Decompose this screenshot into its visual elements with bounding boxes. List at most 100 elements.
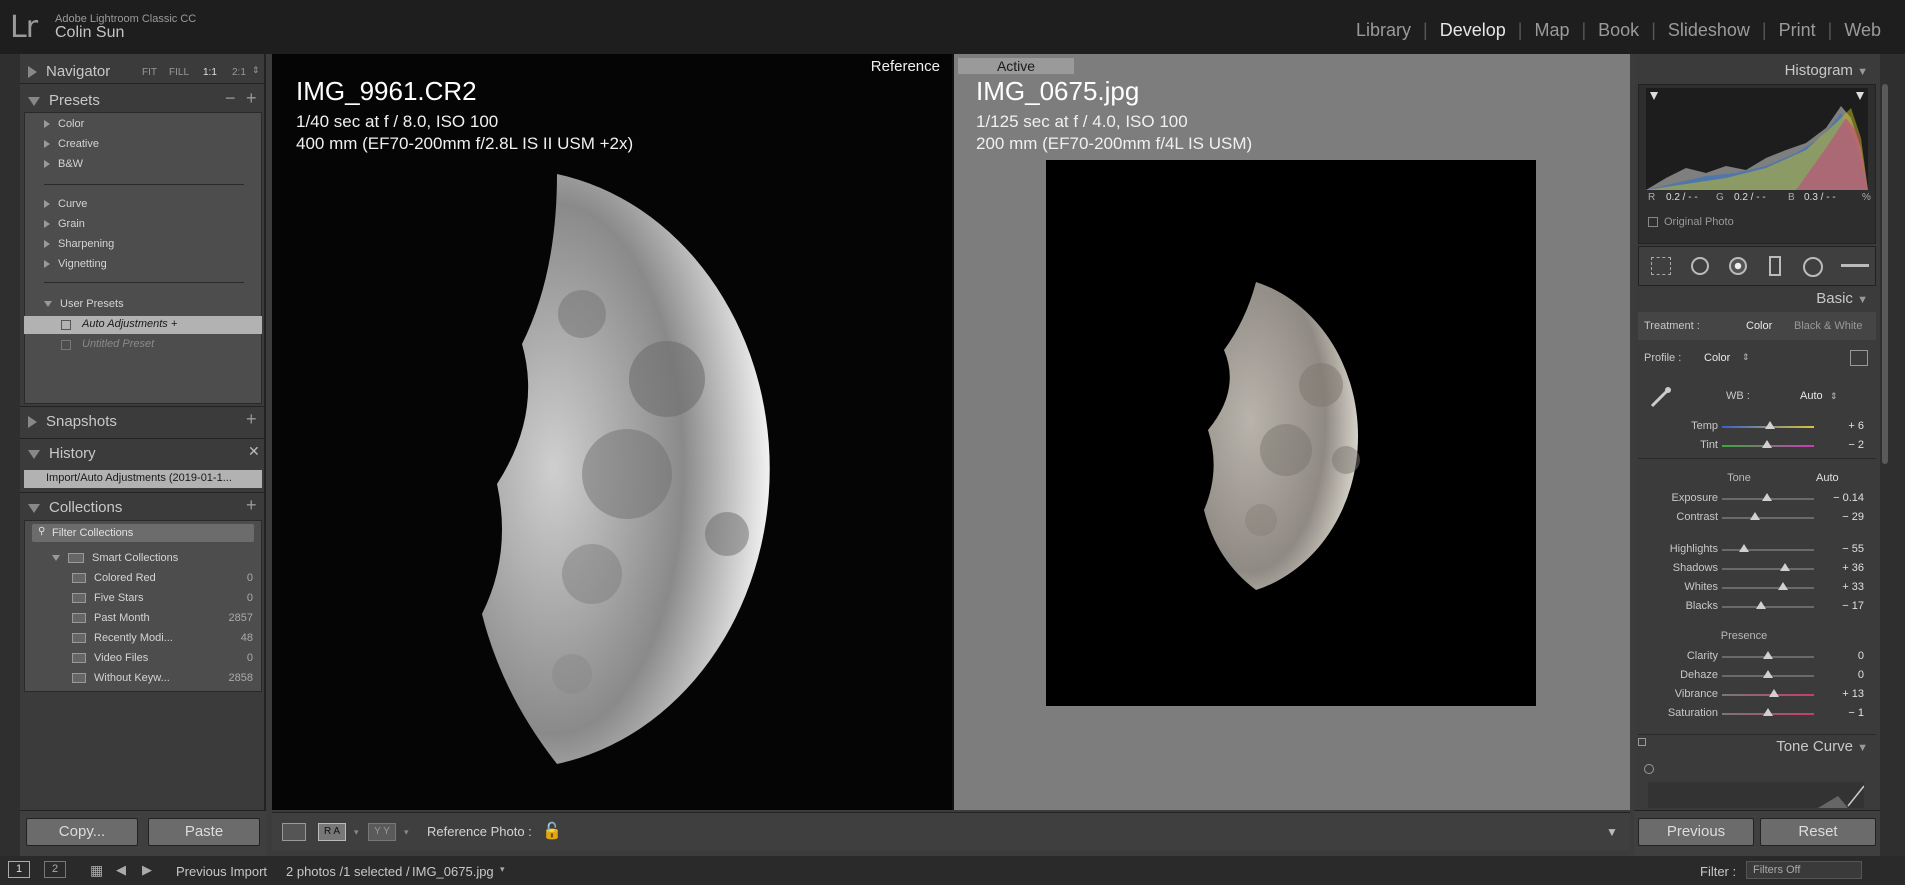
history-header[interactable]: History ✕	[20, 438, 266, 466]
clarity-slider[interactable]: Clarity 0	[1634, 648, 1880, 664]
forward-arrow-icon[interactable]: ▶	[142, 862, 152, 878]
crop-tool-icon[interactable]	[1651, 257, 1671, 275]
collection-item[interactable]: Recently Modi... 48	[72, 632, 267, 644]
graduated-filter-icon[interactable]	[1769, 256, 1781, 276]
slider-knob[interactable]	[1763, 651, 1773, 659]
slider-knob[interactable]	[1750, 512, 1761, 520]
original-photo-checkbox[interactable]: Original Photo	[1648, 216, 1734, 228]
highlights-slider[interactable]: Highlights − 55	[1634, 541, 1880, 557]
nav-2to1[interactable]: 2:1	[232, 67, 246, 78]
tone-curve-graph[interactable]	[1648, 782, 1864, 808]
previous-button[interactable]: Previous	[1638, 818, 1754, 846]
slider-knob[interactable]	[1762, 440, 1773, 448]
loupe-view-icon[interactable]	[282, 823, 306, 841]
clear-history-icon[interactable]: ✕	[248, 443, 260, 460]
histogram-graph[interactable]	[1646, 88, 1868, 190]
exposure-slider[interactable]: Exposure − 0.14	[1634, 490, 1880, 506]
selected-filename[interactable]: IMG_0675.jpg	[412, 864, 494, 879]
treatment-color[interactable]: Color	[1746, 320, 1772, 332]
adjustment-brush-icon[interactable]	[1841, 264, 1869, 267]
smart-collections-folder[interactable]: Smart Collections	[52, 552, 178, 564]
radial-filter-icon[interactable]	[1803, 257, 1823, 277]
tone-auto-button[interactable]: Auto	[1816, 472, 1839, 484]
slider-knob[interactable]	[1779, 563, 1790, 571]
back-arrow-icon[interactable]: ◀	[116, 862, 126, 878]
dropdown-arrow-icon[interactable]: ▾	[404, 827, 409, 838]
grid-view-icon[interactable]: ▦	[90, 862, 103, 879]
preset-item-untitled[interactable]: Untitled Preset	[24, 336, 262, 354]
preset-group-user[interactable]: User Presets	[44, 298, 124, 310]
collection-item[interactable]: Past Month 2857	[72, 612, 267, 624]
histogram-header[interactable]: Histogram ▼	[1785, 62, 1868, 79]
left-panel-edge[interactable]	[0, 54, 20, 856]
active-view[interactable]: Active IMG_0675.jpg 1/125 sec at f / 4.0…	[954, 54, 1630, 810]
wb-dropdown[interactable]: Auto	[1800, 390, 1823, 402]
panel-switch-icon[interactable]	[1638, 738, 1646, 746]
navigator-header[interactable]: Navigator FIT FILL 1:1 2:1 ⇕	[20, 58, 266, 84]
source-label[interactable]: Previous Import	[176, 864, 267, 879]
preset-item-auto-adjustments[interactable]: Auto Adjustments +	[24, 316, 262, 334]
basic-header[interactable]: Basic ▼	[1816, 290, 1868, 307]
history-item[interactable]: Import/Auto Adjustments (2019-01-1...	[24, 470, 262, 488]
vibrance-slider[interactable]: Vibrance + 13	[1634, 686, 1880, 702]
user-name[interactable]: Colin Sun	[55, 24, 124, 42]
filter-dropdown[interactable]: Filters Off	[1746, 861, 1862, 879]
dropdown-arrow-icon[interactable]: ▾	[500, 864, 505, 875]
preset-group-vignetting[interactable]: Vignetting	[44, 258, 107, 270]
copy-button[interactable]: Copy...	[26, 818, 138, 846]
chevron-updown-icon[interactable]: ⇕	[1742, 352, 1750, 363]
before-after-button[interactable]: Y Y	[368, 823, 396, 841]
collections-header[interactable]: Collections +	[20, 492, 266, 520]
module-map[interactable]: Map	[1522, 20, 1581, 41]
lock-icon[interactable]: 🔓	[542, 821, 562, 841]
window-2-button[interactable]: 2	[44, 861, 66, 878]
module-print[interactable]: Print	[1767, 20, 1828, 41]
slider-knob[interactable]	[1763, 708, 1773, 716]
slider-knob[interactable]	[1768, 689, 1779, 697]
paste-button[interactable]: Paste	[148, 818, 260, 846]
shadows-slider[interactable]: Shadows + 36	[1634, 560, 1880, 576]
temp-slider[interactable]: Temp + 6	[1634, 418, 1880, 434]
toolbar-menu-icon[interactable]: ▼	[1606, 825, 1618, 839]
nav-fit[interactable]: FIT	[142, 67, 157, 78]
snapshots-header[interactable]: Snapshots +	[20, 406, 266, 434]
profile-browser-icon[interactable]	[1850, 350, 1868, 366]
contrast-slider[interactable]: Contrast − 29	[1634, 509, 1880, 525]
slider-knob[interactable]	[1762, 493, 1773, 501]
treatment-bw[interactable]: Black & White	[1794, 320, 1862, 332]
preset-group-creative[interactable]: Creative	[44, 138, 99, 150]
preset-group-curve[interactable]: Curve	[44, 198, 87, 210]
saturation-slider[interactable]: Saturation − 1	[1634, 705, 1880, 721]
slider-knob[interactable]	[1739, 544, 1750, 552]
collection-item[interactable]: Colored Red 0	[72, 572, 267, 584]
slider-knob[interactable]	[1763, 670, 1773, 678]
module-web[interactable]: Web	[1832, 20, 1893, 41]
collection-item[interactable]: Without Keyw... 2858	[72, 672, 267, 684]
add-preset-icon[interactable]: +	[246, 88, 257, 109]
add-snapshot-icon[interactable]: +	[246, 409, 257, 430]
reference-view-button[interactable]: R A	[318, 823, 346, 841]
preset-group-grain[interactable]: Grain	[44, 218, 85, 230]
slider-knob[interactable]	[1755, 601, 1766, 609]
dropdown-arrow-icon[interactable]: ▾	[354, 827, 359, 838]
window-1-button[interactable]: 1	[8, 861, 30, 878]
module-slideshow[interactable]: Slideshow	[1656, 20, 1762, 41]
module-develop[interactable]: Develop	[1428, 20, 1518, 41]
reference-view[interactable]: Reference IMG_9961.CR2 1/40 sec at f / 8…	[272, 54, 952, 810]
module-book[interactable]: Book	[1586, 20, 1651, 41]
add-collection-icon[interactable]: +	[246, 495, 257, 516]
zoom-stepper-icon[interactable]: ⇕	[252, 65, 260, 76]
presets-header[interactable]: Presets − +	[20, 86, 266, 114]
nav-1to1[interactable]: 1:1	[203, 67, 217, 78]
preset-group-sharpening[interactable]: Sharpening	[44, 238, 114, 250]
tone-curve-header[interactable]: Tone Curve ▼	[1776, 738, 1868, 755]
collection-item[interactable]: Video Files 0	[72, 652, 267, 664]
panel-scrollbar[interactable]	[1882, 84, 1888, 464]
chevron-updown-icon[interactable]: ⇕	[1830, 391, 1838, 402]
slider-knob[interactable]	[1777, 582, 1788, 590]
dehaze-slider[interactable]: Dehaze 0	[1634, 667, 1880, 683]
tint-slider[interactable]: Tint − 2	[1634, 437, 1880, 453]
remove-preset-icon[interactable]: −	[225, 88, 236, 109]
profile-dropdown[interactable]: Color	[1704, 352, 1730, 364]
blacks-slider[interactable]: Blacks − 17	[1634, 598, 1880, 614]
